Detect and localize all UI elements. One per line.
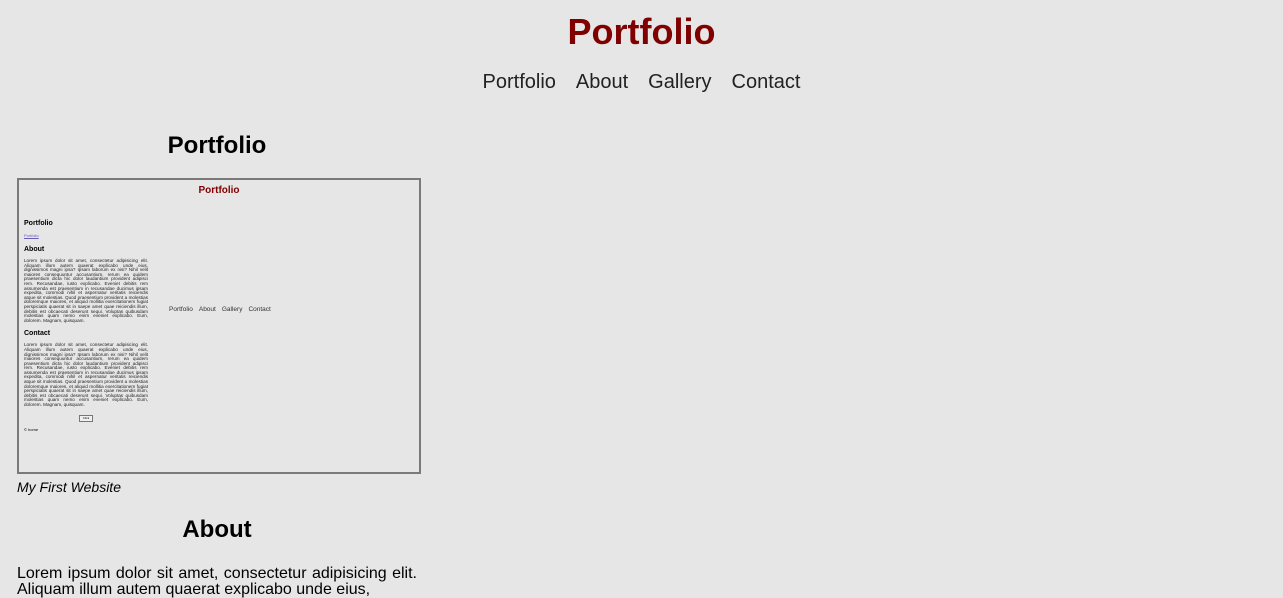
website-preview-image[interactable]: Portfolio Portfolio Portfolio About Lore… [17,178,421,474]
site-header: Portfolio Portfolio About Gallery Contac… [0,0,1283,94]
about-text: Lorem ipsum dolor sit amet, consectetur … [17,565,417,598]
preview-heading-contact: Contact [24,330,51,338]
portfolio-section: Portfolio Portfolio Portfolio Portfolio … [17,128,421,496]
preview-nav-portfolio: Portfolio [169,306,193,313]
nav-link-contact[interactable]: Contact [732,70,801,94]
preview-button: Click [79,414,93,422]
nav-link-about[interactable]: About [576,70,628,94]
portfolio-figure: Portfolio Portfolio Portfolio About Lore… [17,178,421,496]
about-section: About Lorem ipsum dolor sit amet, consec… [17,512,417,598]
main-nav: Portfolio About Gallery Contact [0,70,1283,94]
preview-nav-contact: Contact [248,306,271,313]
preview-contact-text: Lorem ipsum dolor sit amet, consectetur … [24,342,148,408]
preview-footer: © home [24,426,39,432]
site-title: Portfolio [567,11,716,52]
preview-heading-portfolio: Portfolio [24,220,53,227]
preview-title: Portfolio [198,185,240,196]
preview-heading-about: About [24,246,45,253]
preview-image-link: Portfolio [24,233,39,238]
portfolio-caption: My First Website [17,479,121,495]
main-content: Portfolio Portfolio Portfolio Portfolio … [17,128,421,598]
nav-link-portfolio[interactable]: Portfolio [483,70,556,94]
preview-nav-gallery: Gallery [221,306,243,313]
preview-nav-about: About [198,306,216,313]
preview-about-text: Lorem ipsum dolor sit amet, consectetur … [24,258,148,323]
portfolio-heading: Portfolio [167,132,267,159]
preview-nav: Portfolio About Gallery Contact [169,306,271,313]
about-heading: About [182,516,252,543]
nav-link-gallery[interactable]: Gallery [648,70,711,94]
preview-content: Portfolio Portfolio About Lorem ipsum do… [24,220,148,432]
